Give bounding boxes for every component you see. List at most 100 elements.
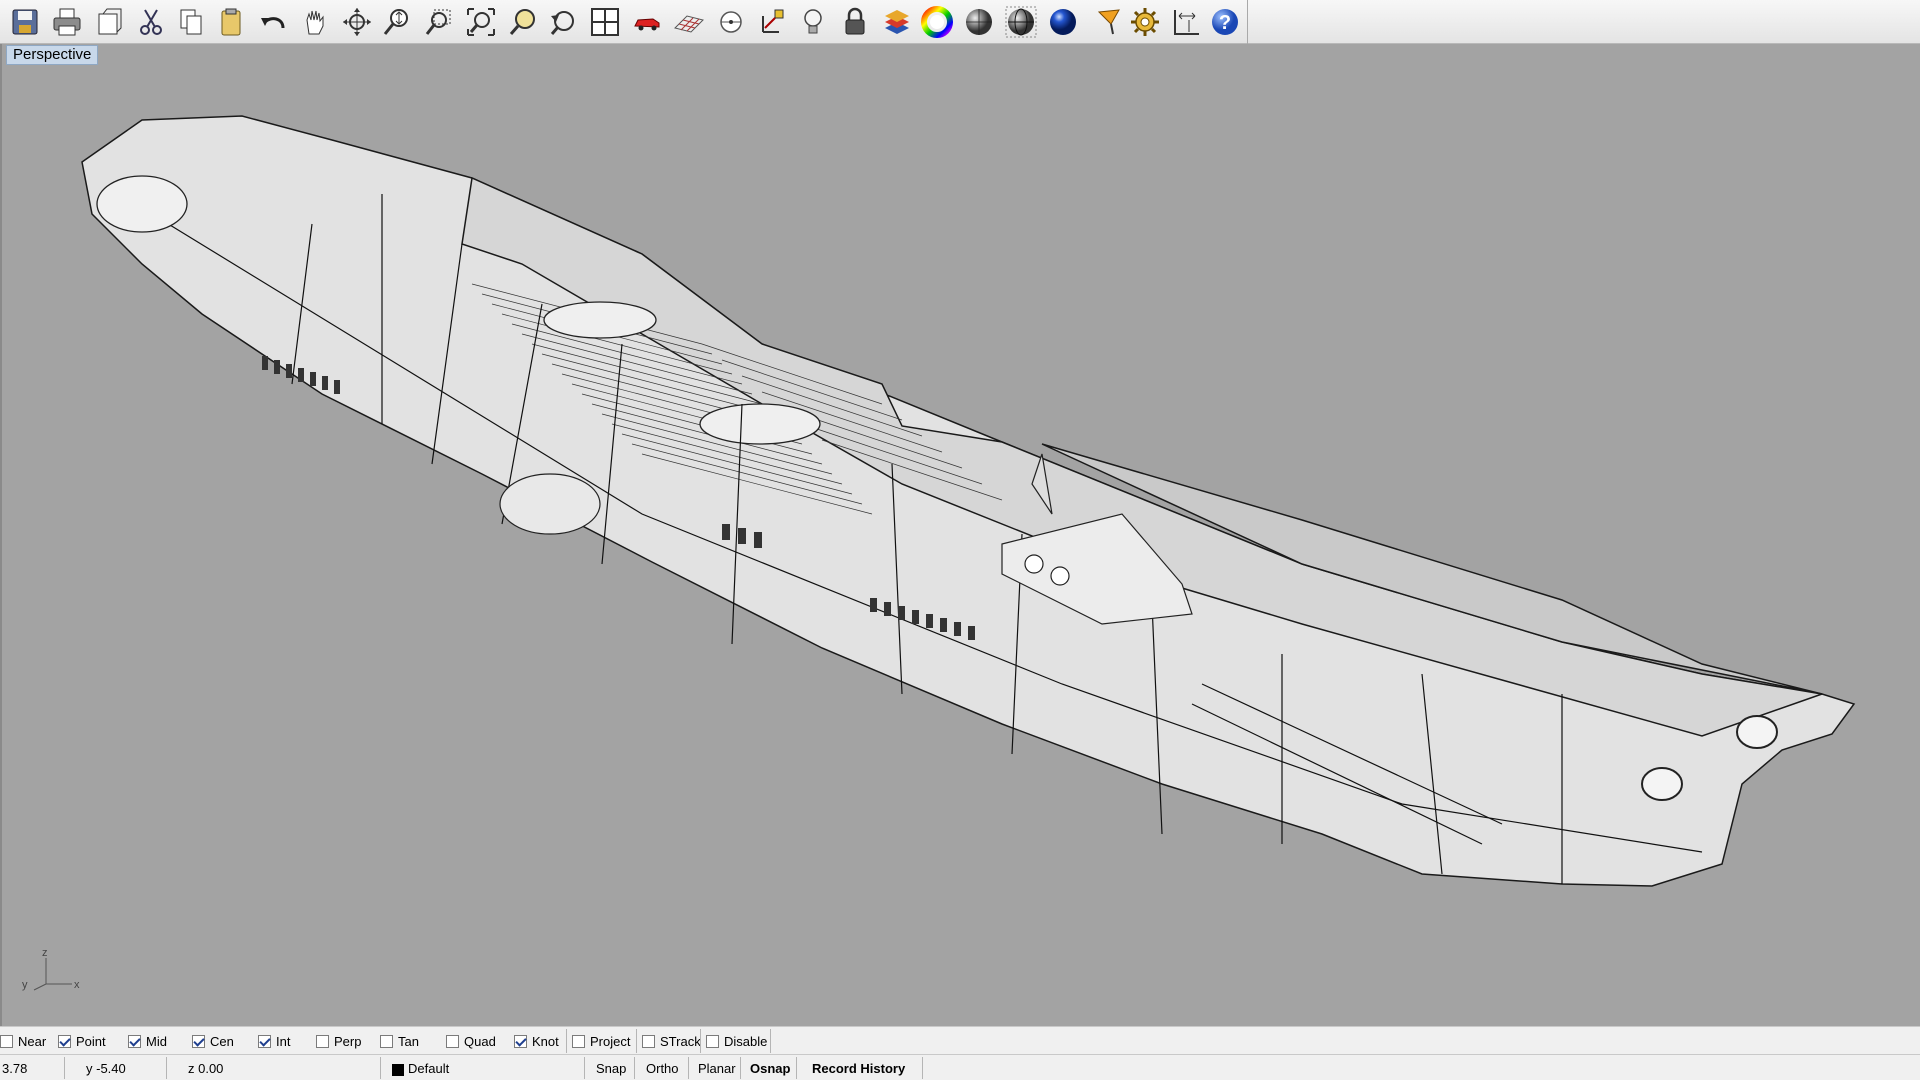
- rotate-view-icon[interactable]: [338, 4, 376, 40]
- viewport-title-tab[interactable]: Perspective: [6, 45, 99, 65]
- standard-toolbar: ?: [0, 0, 1248, 44]
- cut-icon[interactable]: [132, 4, 170, 40]
- render-sphere-icon[interactable]: [1044, 4, 1082, 40]
- cut-plane-icon[interactable]: [90, 4, 128, 40]
- osnap-knot[interactable]: Knot: [514, 1032, 559, 1050]
- osnap-label: Quad: [464, 1033, 496, 1049]
- coord-z: z 0.00: [188, 1061, 224, 1076]
- osnap-checkbox[interactable]: [642, 1034, 655, 1048]
- planar-toggle[interactable]: Planar: [698, 1060, 736, 1078]
- status-divider: [634, 1057, 635, 1079]
- osnap-checkbox[interactable]: [128, 1034, 141, 1048]
- perspective-viewport[interactable]: Perspective z y x: [0, 44, 1920, 1026]
- osnap-label: Disable: [724, 1033, 768, 1049]
- color-wheel-icon[interactable]: [918, 4, 956, 40]
- osnap-quad[interactable]: Quad: [446, 1032, 496, 1050]
- coord-x: 3.78: [2, 1061, 28, 1076]
- zoom-selected-icon[interactable]: [504, 4, 542, 40]
- osnap-label: Point: [76, 1033, 106, 1049]
- osnap-checkbox[interactable]: [514, 1034, 527, 1048]
- osnap-label: Project: [590, 1033, 631, 1049]
- aft-dome: [96, 175, 188, 233]
- osnap-toggle[interactable]: Osnap: [750, 1060, 790, 1078]
- help-icon[interactable]: ?: [1206, 4, 1244, 40]
- osnap-tan[interactable]: Tan: [380, 1032, 419, 1050]
- record-history-toggle[interactable]: Record History: [812, 1060, 905, 1078]
- status-divider: [380, 1057, 381, 1079]
- paste-icon[interactable]: [212, 4, 250, 40]
- axis-label-x: x: [74, 979, 80, 991]
- osnap-divider: [700, 1029, 701, 1053]
- main-toolbar: ?: [0, 0, 1920, 44]
- dimension-icon[interactable]: [1168, 4, 1206, 40]
- osnap-int[interactable]: Int: [258, 1032, 290, 1050]
- zoom-extents-icon[interactable]: [462, 4, 500, 40]
- pan-hand-icon[interactable]: [296, 4, 334, 40]
- zoom-window-icon[interactable]: [420, 4, 458, 40]
- osnap-checkbox[interactable]: [706, 1034, 719, 1048]
- cplane-icon[interactable]: [754, 4, 792, 40]
- osnap-divider: [566, 1029, 567, 1053]
- osnap-checkbox[interactable]: [572, 1034, 585, 1048]
- submarine-model[interactable]: [2, 44, 1920, 1026]
- osnap-label: STrack: [660, 1033, 701, 1049]
- undo-view-icon[interactable]: [544, 4, 582, 40]
- osnap-label: Tan: [398, 1033, 419, 1049]
- copy-icon[interactable]: [172, 4, 210, 40]
- status-divider: [64, 1057, 65, 1079]
- status-divider: [740, 1057, 741, 1079]
- osnap-checkbox[interactable]: [58, 1034, 71, 1048]
- save-icon[interactable]: [6, 4, 44, 40]
- osnap-divider: [636, 1029, 637, 1053]
- current-layer[interactable]: Default: [408, 1060, 449, 1078]
- lock-icon[interactable]: [836, 4, 874, 40]
- osnap-label: Int: [276, 1033, 291, 1049]
- osnap-project[interactable]: Project: [572, 1032, 630, 1050]
- osnap-cen[interactable]: Cen: [192, 1032, 234, 1050]
- svg-text:?: ?: [1219, 12, 1231, 34]
- osnap-mid[interactable]: Mid: [128, 1032, 167, 1050]
- undo-icon[interactable]: [254, 4, 292, 40]
- grid-plane-icon[interactable]: [670, 4, 708, 40]
- osnap-checkbox[interactable]: [0, 1034, 13, 1048]
- snap-toggle[interactable]: Snap: [596, 1060, 626, 1078]
- osnap-checkbox[interactable]: [380, 1034, 393, 1048]
- hull: [81, 115, 1856, 887]
- osnap-checkbox[interactable]: [446, 1034, 459, 1048]
- status-divider: [688, 1057, 689, 1079]
- osnap-strack[interactable]: STrack: [642, 1032, 701, 1050]
- light-bulb-icon[interactable]: [794, 4, 832, 40]
- status-divider: [584, 1057, 585, 1079]
- osnap-checkbox[interactable]: [316, 1034, 329, 1048]
- four-viewports-icon[interactable]: [586, 4, 624, 40]
- osnap-label: Cen: [210, 1033, 234, 1049]
- settings-gear-icon[interactable]: [1126, 4, 1164, 40]
- osnap-label: Knot: [532, 1033, 559, 1049]
- car-icon[interactable]: [628, 4, 666, 40]
- layer-icon[interactable]: [878, 4, 916, 40]
- osnap-near[interactable]: Near: [0, 1032, 46, 1050]
- osnap-point[interactable]: Point: [58, 1032, 106, 1050]
- status-divider: [922, 1057, 923, 1079]
- shaded-sphere-icon[interactable]: [960, 4, 998, 40]
- ortho-toggle[interactable]: Ortho: [646, 1060, 679, 1078]
- osnap-checkbox[interactable]: [192, 1034, 205, 1048]
- osnap-checkbox[interactable]: [258, 1034, 271, 1048]
- osnap-label: Perp: [334, 1033, 362, 1049]
- world-axis-icon: z y x: [22, 947, 80, 991]
- axis-label-z: z: [42, 947, 48, 959]
- status-divider: [166, 1057, 167, 1079]
- osnap-perp[interactable]: Perp: [316, 1032, 361, 1050]
- zoom-icon[interactable]: [378, 4, 416, 40]
- osnap-divider: [770, 1029, 771, 1053]
- osnap-label: Near: [18, 1033, 47, 1049]
- axis-label-y: y: [22, 979, 28, 991]
- status-bar: 3.78 y -5.40 z 0.00 Default Snap Ortho P…: [0, 1054, 1920, 1080]
- print-icon[interactable]: [48, 4, 86, 40]
- select-filter-icon[interactable]: [1090, 4, 1128, 40]
- side-pod: [499, 473, 601, 535]
- point-icon[interactable]: [712, 4, 750, 40]
- layer-color-swatch[interactable]: [392, 1064, 404, 1076]
- osnap-disable[interactable]: Disable: [706, 1032, 767, 1050]
- wireframe-sphere-icon[interactable]: [1002, 4, 1040, 40]
